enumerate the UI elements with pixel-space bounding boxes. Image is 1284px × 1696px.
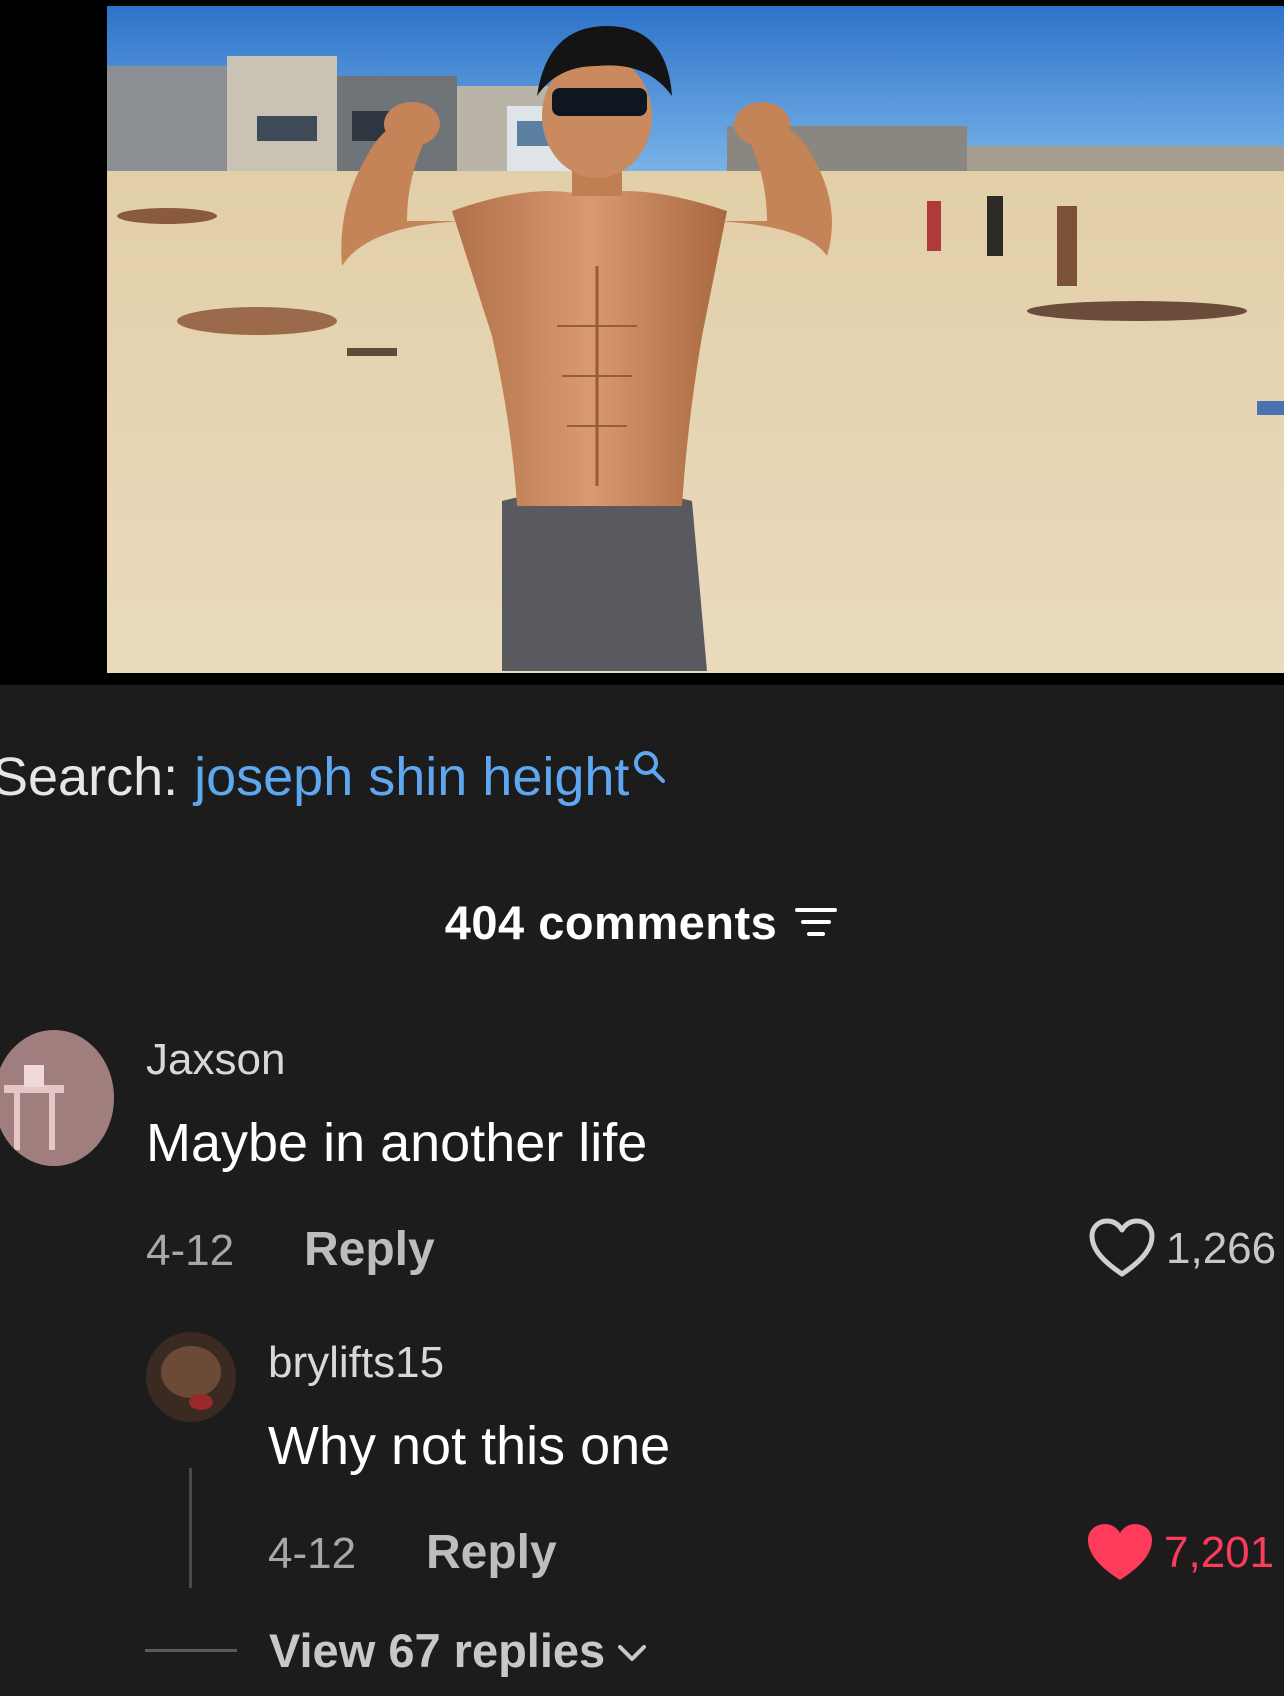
filter-icon[interactable] — [793, 902, 839, 942]
search-query-link[interactable]: joseph shin height — [194, 746, 629, 808]
comment-text: Why not this one — [268, 1416, 671, 1476]
search-icon[interactable] — [631, 748, 669, 788]
comment-username[interactable]: brylifts15 — [268, 1338, 444, 1388]
search-suggestion[interactable]: Search: joseph shin height — [0, 742, 669, 812]
chevron-down-icon — [618, 1645, 647, 1661]
video-player[interactable] — [0, 0, 1284, 685]
comment-date: 4-12 — [268, 1529, 357, 1578]
beach-photo — [107, 6, 1284, 673]
comments-header: 404 comments — [0, 890, 1284, 954]
view-replies-button[interactable]: View 67 replies — [145, 1620, 649, 1680]
like-count: 7,201 — [1164, 1528, 1275, 1577]
avatar[interactable] — [146, 1332, 236, 1422]
heart-outline-icon — [1089, 1218, 1155, 1277]
avatar[interactable] — [0, 1030, 114, 1166]
view-replies-label: View 67 replies — [269, 1623, 606, 1677]
like-count: 1,266 — [1166, 1224, 1277, 1273]
comment-text: Maybe in another life — [146, 1113, 648, 1173]
replies-dash — [145, 1648, 237, 1652]
thread-divider — [189, 1468, 192, 1588]
like-button[interactable]: 1,266 — [1088, 1218, 1276, 1280]
comments-count: 404 comments — [444, 895, 778, 949]
heart-filled-icon — [1088, 1524, 1152, 1580]
comment-username[interactable]: Jaxson — [146, 1035, 285, 1085]
reply-button[interactable]: Reply — [426, 1525, 557, 1580]
comment-date: 4-12 — [146, 1226, 235, 1275]
like-button[interactable]: 7,201 — [1086, 1522, 1274, 1584]
search-prefix: Search: — [0, 747, 179, 807]
reply-button[interactable]: Reply — [304, 1222, 435, 1277]
